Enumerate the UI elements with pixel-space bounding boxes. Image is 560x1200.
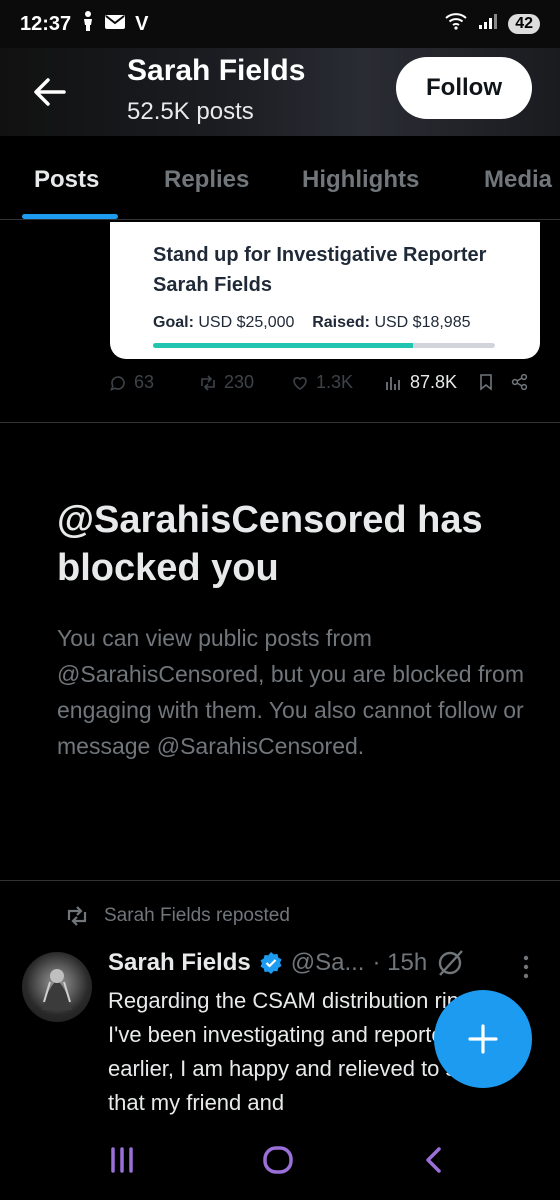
home-button[interactable] bbox=[248, 1140, 308, 1180]
post-author-handle[interactable]: @Sa... bbox=[291, 949, 365, 977]
blocked-description: You can view public posts from @SarahisC… bbox=[57, 625, 524, 759]
reply-count: 63 bbox=[134, 372, 155, 392]
divider bbox=[0, 422, 560, 423]
view-count: 87.8K bbox=[410, 372, 458, 392]
reply-button[interactable]: 63 bbox=[108, 372, 154, 393]
grok-icon[interactable] bbox=[435, 948, 465, 978]
views-icon bbox=[386, 376, 400, 390]
home-icon bbox=[263, 1146, 293, 1174]
profile-header: Sarah Fields 52.5K posts Follow bbox=[0, 48, 560, 136]
post-more-button[interactable] bbox=[514, 952, 538, 982]
battery-indicator: 42 bbox=[508, 14, 540, 34]
goal-label: Goal: bbox=[153, 314, 194, 331]
back-arrow-icon bbox=[34, 78, 66, 106]
back-button[interactable] bbox=[30, 74, 70, 110]
post-author-name[interactable]: Sarah Fields bbox=[108, 949, 251, 977]
repost-label: Sarah Fields reposted bbox=[104, 905, 290, 926]
share-button[interactable] bbox=[510, 372, 530, 392]
tab-highlights[interactable]: Highlights bbox=[302, 166, 419, 194]
fundraiser-progress-fill bbox=[153, 343, 413, 348]
like-icon bbox=[293, 376, 307, 390]
fundraiser-title: Stand up for Investigative Reporter Sara… bbox=[153, 244, 487, 296]
recent-apps-icon bbox=[111, 1147, 133, 1173]
wifi-icon bbox=[444, 11, 468, 37]
fundraiser-card[interactable]: Stand up for Investigative Reporter Sara… bbox=[110, 222, 540, 359]
recent-apps-button[interactable] bbox=[92, 1140, 152, 1180]
compose-plus-icon bbox=[468, 1024, 498, 1054]
raised-value: USD $18,985 bbox=[374, 314, 471, 331]
fundraiser-progress-bar bbox=[153, 343, 495, 348]
tab-replies[interactable]: Replies bbox=[164, 166, 249, 194]
bookmark-icon bbox=[480, 374, 492, 391]
signal-icon bbox=[478, 12, 498, 36]
tab-media[interactable]: Media bbox=[484, 166, 552, 194]
follow-button[interactable]: Follow bbox=[396, 57, 532, 119]
repost-indicator: Sarah Fields reposted bbox=[64, 905, 290, 927]
like-button[interactable]: 1.3K bbox=[290, 372, 353, 393]
compose-button[interactable] bbox=[434, 990, 532, 1088]
share-icon bbox=[511, 373, 528, 391]
post-timestamp[interactable]: · 15h bbox=[372, 949, 427, 977]
avatar[interactable] bbox=[22, 952, 92, 1022]
fundraiser-stats: Goal: USD $25,000 Raised: USD $18,985 bbox=[153, 314, 471, 332]
system-navigation-bar bbox=[0, 1118, 560, 1200]
back-nav-button[interactable] bbox=[404, 1140, 464, 1180]
notification-person-icon bbox=[81, 10, 95, 38]
post-count: 52.5K posts bbox=[127, 98, 254, 125]
repost-icon bbox=[201, 374, 215, 391]
bookmark-button[interactable] bbox=[476, 372, 496, 392]
more-icon bbox=[523, 955, 529, 979]
carrier-mark: V bbox=[135, 12, 149, 35]
tab-posts[interactable]: Posts bbox=[34, 166, 99, 194]
blocked-title: @SarahisCensored has blocked you bbox=[57, 499, 483, 589]
mail-icon bbox=[105, 13, 126, 36]
goal-value: USD $25,000 bbox=[198, 314, 295, 331]
post-header: Sarah Fields @Sa... · 15h bbox=[108, 948, 465, 978]
repost-icon bbox=[67, 906, 87, 926]
post-action-bar: 63 230 1.3K 87.8K bbox=[0, 372, 560, 402]
views-button[interactable]: 87.8K bbox=[384, 372, 457, 393]
repost-button[interactable]: 230 bbox=[198, 372, 254, 393]
profile-tabs: Posts Replies Highlights Media bbox=[0, 136, 560, 220]
back-chevron-icon bbox=[426, 1147, 441, 1173]
reply-icon bbox=[110, 375, 125, 391]
like-count: 1.3K bbox=[316, 372, 354, 392]
profile-name: Sarah Fields bbox=[127, 54, 306, 87]
status-bar: 12:37 V 42 bbox=[0, 0, 560, 48]
status-time: 12:37 bbox=[20, 12, 72, 35]
repost-count: 230 bbox=[224, 372, 255, 392]
verified-badge-icon bbox=[260, 952, 282, 974]
raised-label: Raised: bbox=[312, 314, 370, 331]
divider bbox=[0, 880, 560, 881]
active-tab-indicator bbox=[22, 214, 118, 219]
